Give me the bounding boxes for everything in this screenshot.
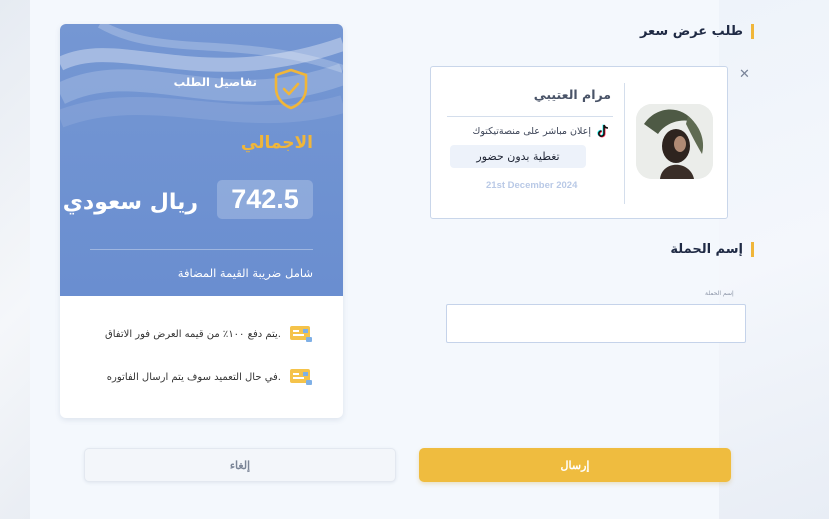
campaign-section-title: إسم الحملة — [670, 242, 754, 257]
invoice-note-row: .في حال التعميد سوف يتم ارسال الفاتوره — [107, 366, 313, 388]
influencer-name: مرام العتيبي — [533, 87, 611, 102]
invoice-note-text: .في حال التعميد سوف يتم ارسال الفاتوره — [106, 371, 281, 383]
payment-note-text: .يتم دفع ١٠٠٪ من قيمه العرض فور الاتفاق — [104, 328, 281, 340]
platform-text: إعلان مباشر على منصةتيكتوك — [472, 125, 591, 137]
campaign-name-input[interactable] — [446, 304, 746, 343]
total-amount: 742.5 — [217, 180, 313, 219]
avatar — [636, 104, 713, 179]
invoice-card-icon — [290, 326, 312, 342]
total-label: الاجمالي — [240, 133, 313, 153]
order-summary-header: تفاصيل الطلب الاجمالي 742.5 ريال سعودي ش… — [60, 24, 343, 296]
close-icon[interactable]: ✕ — [739, 67, 750, 82]
shield-check-icon — [274, 68, 308, 110]
background-right — [719, 0, 829, 519]
order-details-title: تفاصيل الطلب — [173, 75, 257, 89]
vat-note: شامل ضريبة القيمة المضافة — [177, 266, 313, 280]
submit-button[interactable]: إرسال — [419, 448, 731, 482]
influencer-photo — [636, 104, 713, 179]
background-left — [0, 0, 30, 519]
card-divider — [624, 83, 625, 204]
influencer-card: مرام العتيبي إعلان مباشر على منصةتيكتوك … — [430, 66, 728, 219]
platform-row: إعلان مباشر على منصةتيكتوك — [473, 123, 611, 139]
quote-section-title: طلب عرض سعر — [640, 24, 754, 39]
payment-note-row: .يتم دفع ١٠٠٪ من قيمه العرض فور الاتفاق — [105, 323, 313, 345]
coverage-chip: تغطية بدون حضور — [450, 145, 586, 168]
tiktok-icon — [597, 124, 609, 138]
cancel-button[interactable]: إلغاء — [84, 448, 396, 482]
currency-label: ريال سعودي — [62, 190, 198, 215]
campaign-field-label: إسم الحملة — [705, 290, 734, 297]
card-divider — [447, 116, 613, 117]
summary-divider — [90, 249, 313, 250]
request-date: 21st December 2024 — [486, 180, 578, 191]
decorative-waves — [60, 24, 343, 128]
order-summary-card: تفاصيل الطلب الاجمالي 742.5 ريال سعودي ش… — [60, 24, 343, 418]
invoice-card-icon — [290, 369, 312, 385]
